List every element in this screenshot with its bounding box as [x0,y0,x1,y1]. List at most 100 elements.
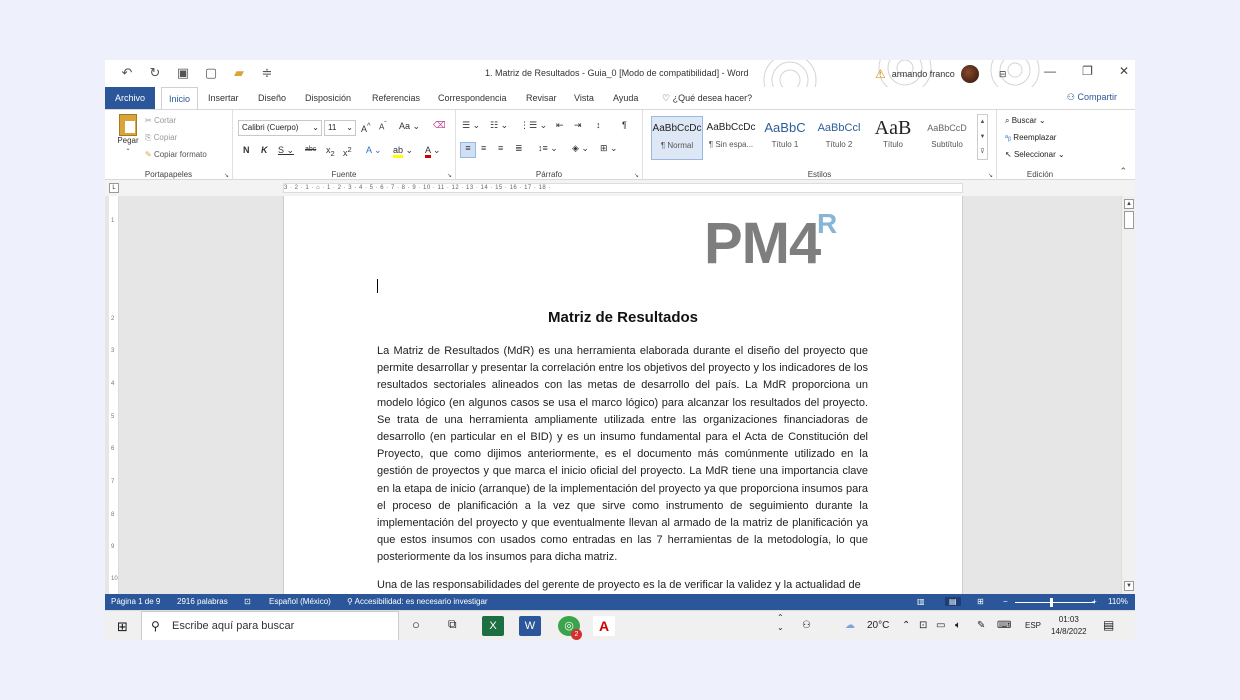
dialog-launcher-icon[interactable]: ↘ [988,172,993,179]
multilevel-list-icon[interactable]: ⋮☰ ⌄ [520,120,547,131]
numbering-icon[interactable]: ☷ ⌄ [490,120,508,131]
subscript-icon[interactable]: x2 [326,145,335,158]
tab-archivo[interactable]: Archivo [105,87,155,109]
style-no-spacing[interactable]: AaBbCcDc ¶ Sin espa... [705,116,757,160]
dialog-launcher-icon[interactable]: ↘ [224,172,229,179]
style-heading-2[interactable]: AaBbCcl Título 2 [813,116,865,160]
justify-icon[interactable]: ≣ [515,143,523,154]
tab-diseno[interactable]: Diseño [256,87,288,109]
italic-icon[interactable]: K [261,145,268,155]
font-size-select[interactable]: 11 ⌄ [324,120,356,136]
proofing-icon[interactable]: ⊡ [244,597,251,606]
underline-icon[interactable]: S ⌄ [278,145,294,156]
network-icon[interactable]: ⊡ [919,620,927,631]
align-center-icon[interactable]: ≡ [481,143,486,153]
minimize-icon[interactable]: — [1044,64,1056,78]
tab-ayuda[interactable]: Ayuda [611,87,640,109]
language-status[interactable]: Español (México) [269,597,331,606]
clear-formatting-icon[interactable]: ⌫ [433,120,446,131]
accessibility-status[interactable]: ⚲ Accesibilidad: es necesario investigar [347,597,488,606]
tab-vista[interactable]: Vista [572,87,596,109]
scroll-thumb[interactable] [1124,211,1134,229]
scroll-up-icon[interactable]: ▲ [1124,199,1134,209]
user-name[interactable]: armando franco [892,69,955,79]
align-left-icon[interactable]: ≡ [460,142,476,158]
people-icon[interactable]: ⚇ [802,620,811,631]
word-app-icon[interactable]: W [519,616,541,636]
increase-indent-icon[interactable]: ⇥ [574,120,582,131]
open-folder-icon[interactable]: ▰ [231,65,247,81]
horizontal-ruler[interactable]: 3 · 2 · 1 · ⌂ · 1 · 2 · 3 · 4 · 5 · 6 · … [283,183,963,193]
line-spacing-icon[interactable]: ↕≡ ⌄ [538,143,558,154]
read-mode-icon[interactable]: ▥ [917,597,925,606]
weather-icon[interactable]: ☁ [845,620,855,631]
tab-correspondencia[interactable]: Correspondencia [436,87,509,109]
tab-inicio[interactable]: Inicio [161,87,199,109]
vertical-scrollbar[interactable]: ▲ ▼ [1121,196,1135,594]
dialog-launcher-icon[interactable]: ↘ [447,172,452,179]
document-page[interactable]: PM4 R Matriz de Resultados La Matriz de … [283,196,963,594]
chevron-down-icon[interactable]: ▼ [978,130,987,145]
user-area[interactable]: ⚠ armando franco ⊟ [875,65,1006,83]
undo-icon[interactable]: ↶ [119,65,135,81]
notifications-icon[interactable]: ▤ [1103,618,1114,632]
customize-toolbar-icon[interactable]: ≑ [259,65,275,81]
collapse-ribbon-icon[interactable]: ⌃ [1119,166,1127,177]
volume-icon[interactable]: 🔈︎ [955,620,961,631]
clock[interactable]: 01:03 14/8/2022 [1051,614,1087,638]
avatar[interactable] [960,65,979,83]
replace-button[interactable]: ᵃᵦ Reemplazar [1005,133,1056,142]
paste-button[interactable]: Pegar ⌄ [115,114,141,152]
share-button[interactable]: ⚇ Compartir [1067,92,1117,103]
grow-font-icon[interactable]: A^ [361,121,371,134]
tell-me-search[interactable]: ♡ ¿Qué desea hacer? [660,87,754,109]
borders-icon[interactable]: ⊞ ⌄ [600,143,618,154]
decrease-indent-icon[interactable]: ⇤ [556,120,564,131]
new-document-icon[interactable]: ▢ [203,65,219,81]
bullets-icon[interactable]: ☰ ⌄ [462,120,480,131]
style-heading-1[interactable]: AaBbC Título 1 [759,116,811,160]
keyboard-icon[interactable]: ⌨ [997,620,1011,631]
styles-scroll[interactable]: ▲ ▼ ⊽ [977,114,988,160]
zoom-out-icon[interactable]: − [1003,597,1008,606]
style-title[interactable]: AaB Título [867,116,919,160]
format-painter-button[interactable]: ✎ Copiar formato [145,150,207,159]
vertical-ruler[interactable]: 1 2 3 4 5 6 7 8 9 10 [109,196,119,594]
warning-icon[interactable]: ⚠ [875,67,886,81]
input-language[interactable]: ESP [1025,621,1041,630]
superscript-icon[interactable]: x2 [343,145,352,158]
restore-icon[interactable]: ❐ [1082,64,1093,78]
more-styles-icon[interactable]: ⊽ [978,145,987,160]
font-family-select[interactable]: Calibri (Cuerpo) ⌄ [238,120,322,136]
align-right-icon[interactable]: ≡ [498,143,503,153]
zoom-in-icon[interactable]: + [1092,597,1097,606]
save-icon[interactable]: ▣ [175,65,191,81]
tab-selector-icon[interactable]: L [109,183,119,193]
task-view-icon[interactable]: ⧉ [448,617,457,632]
windows-start-icon[interactable]: ⊞ [117,619,128,635]
find-button[interactable]: ⌕ Buscar ⌄ [1005,116,1046,126]
excel-app-icon[interactable]: X [482,616,504,636]
bold-icon[interactable]: N [243,145,250,155]
zoom-slider[interactable] [1015,602,1095,603]
shrink-font-icon[interactable]: Aˇ [379,121,387,132]
highlight-icon[interactable]: ab ⌄ [393,145,413,158]
zoom-level[interactable]: 110% [1108,597,1128,606]
font-color-icon[interactable]: A ⌄ [425,145,441,158]
shading-icon[interactable]: ◈ ⌄ [572,143,589,154]
word-count[interactable]: 2916 palabras [177,597,228,606]
dialog-launcher-icon[interactable]: ↘ [634,172,639,179]
text-effects-icon[interactable]: A ⌄ [366,145,382,156]
style-subtitle[interactable]: AaBbCcD Subtítulo [921,116,973,160]
tab-referencias[interactable]: Referencias [370,87,422,109]
select-button[interactable]: ↖ Seleccionar ⌄ [1005,150,1065,159]
print-layout-icon[interactable]: ▤ [945,597,961,606]
cortana-icon[interactable]: ○ [412,617,420,632]
tab-insertar[interactable]: Insertar [206,87,241,109]
tab-revisar[interactable]: Revisar [524,87,559,109]
tray-expand-icon[interactable]: ⌃ [902,620,910,631]
tab-disposicion[interactable]: Disposición [303,87,353,109]
acrobat-app-icon[interactable]: A [593,616,615,636]
cut-button[interactable]: ✂ Cortar [145,116,176,125]
change-case-icon[interactable]: Aa ⌄ [399,121,420,132]
